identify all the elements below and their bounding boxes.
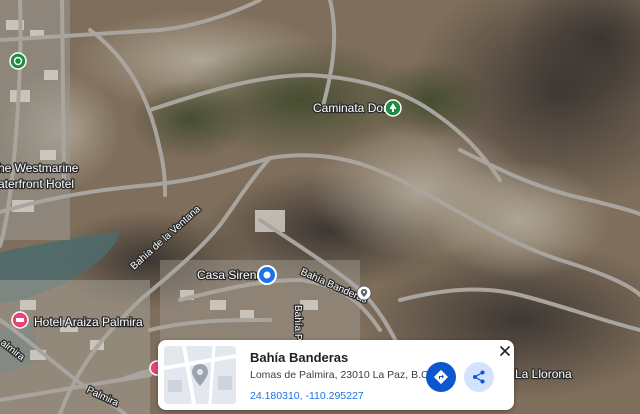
directions-button[interactable] (426, 362, 456, 392)
place-card: Bahía Banderas Lomas de Palmira, 23010 L… (158, 340, 514, 410)
directions-icon (433, 369, 449, 385)
label-casa-sirena: Casa Sirena (197, 268, 263, 282)
selected-place-marker-icon[interactable] (356, 285, 372, 301)
place-coordinates[interactable]: 24.180310, -110.295227 (250, 390, 364, 402)
close-button[interactable] (498, 344, 512, 358)
place-thumbnail-icon[interactable] (164, 346, 236, 404)
hotel-pin-icon[interactable] (11, 311, 29, 329)
place-pin-icon[interactable] (257, 265, 277, 285)
place-address: Lomas de Palmira, 23010 La Paz, B.C.S. (250, 369, 442, 381)
share-button[interactable] (464, 362, 494, 392)
close-icon (500, 346, 510, 356)
place-name: Bahía Banderas (250, 350, 349, 365)
label-westmarine-line1: he Westmarine (0, 161, 79, 175)
label-hotel-araiza: Hotel Araiza Palmira (34, 315, 143, 329)
road (60, 0, 66, 182)
landmark-pin-icon[interactable] (9, 52, 27, 70)
label-westmarine-line2: aterfront Hotel (0, 177, 74, 191)
label-caminata-dori: Caminata Dori (313, 101, 390, 115)
park-pin-icon[interactable] (384, 99, 402, 117)
label-la-llorona: La Llorona (515, 367, 572, 381)
share-icon (473, 370, 485, 384)
